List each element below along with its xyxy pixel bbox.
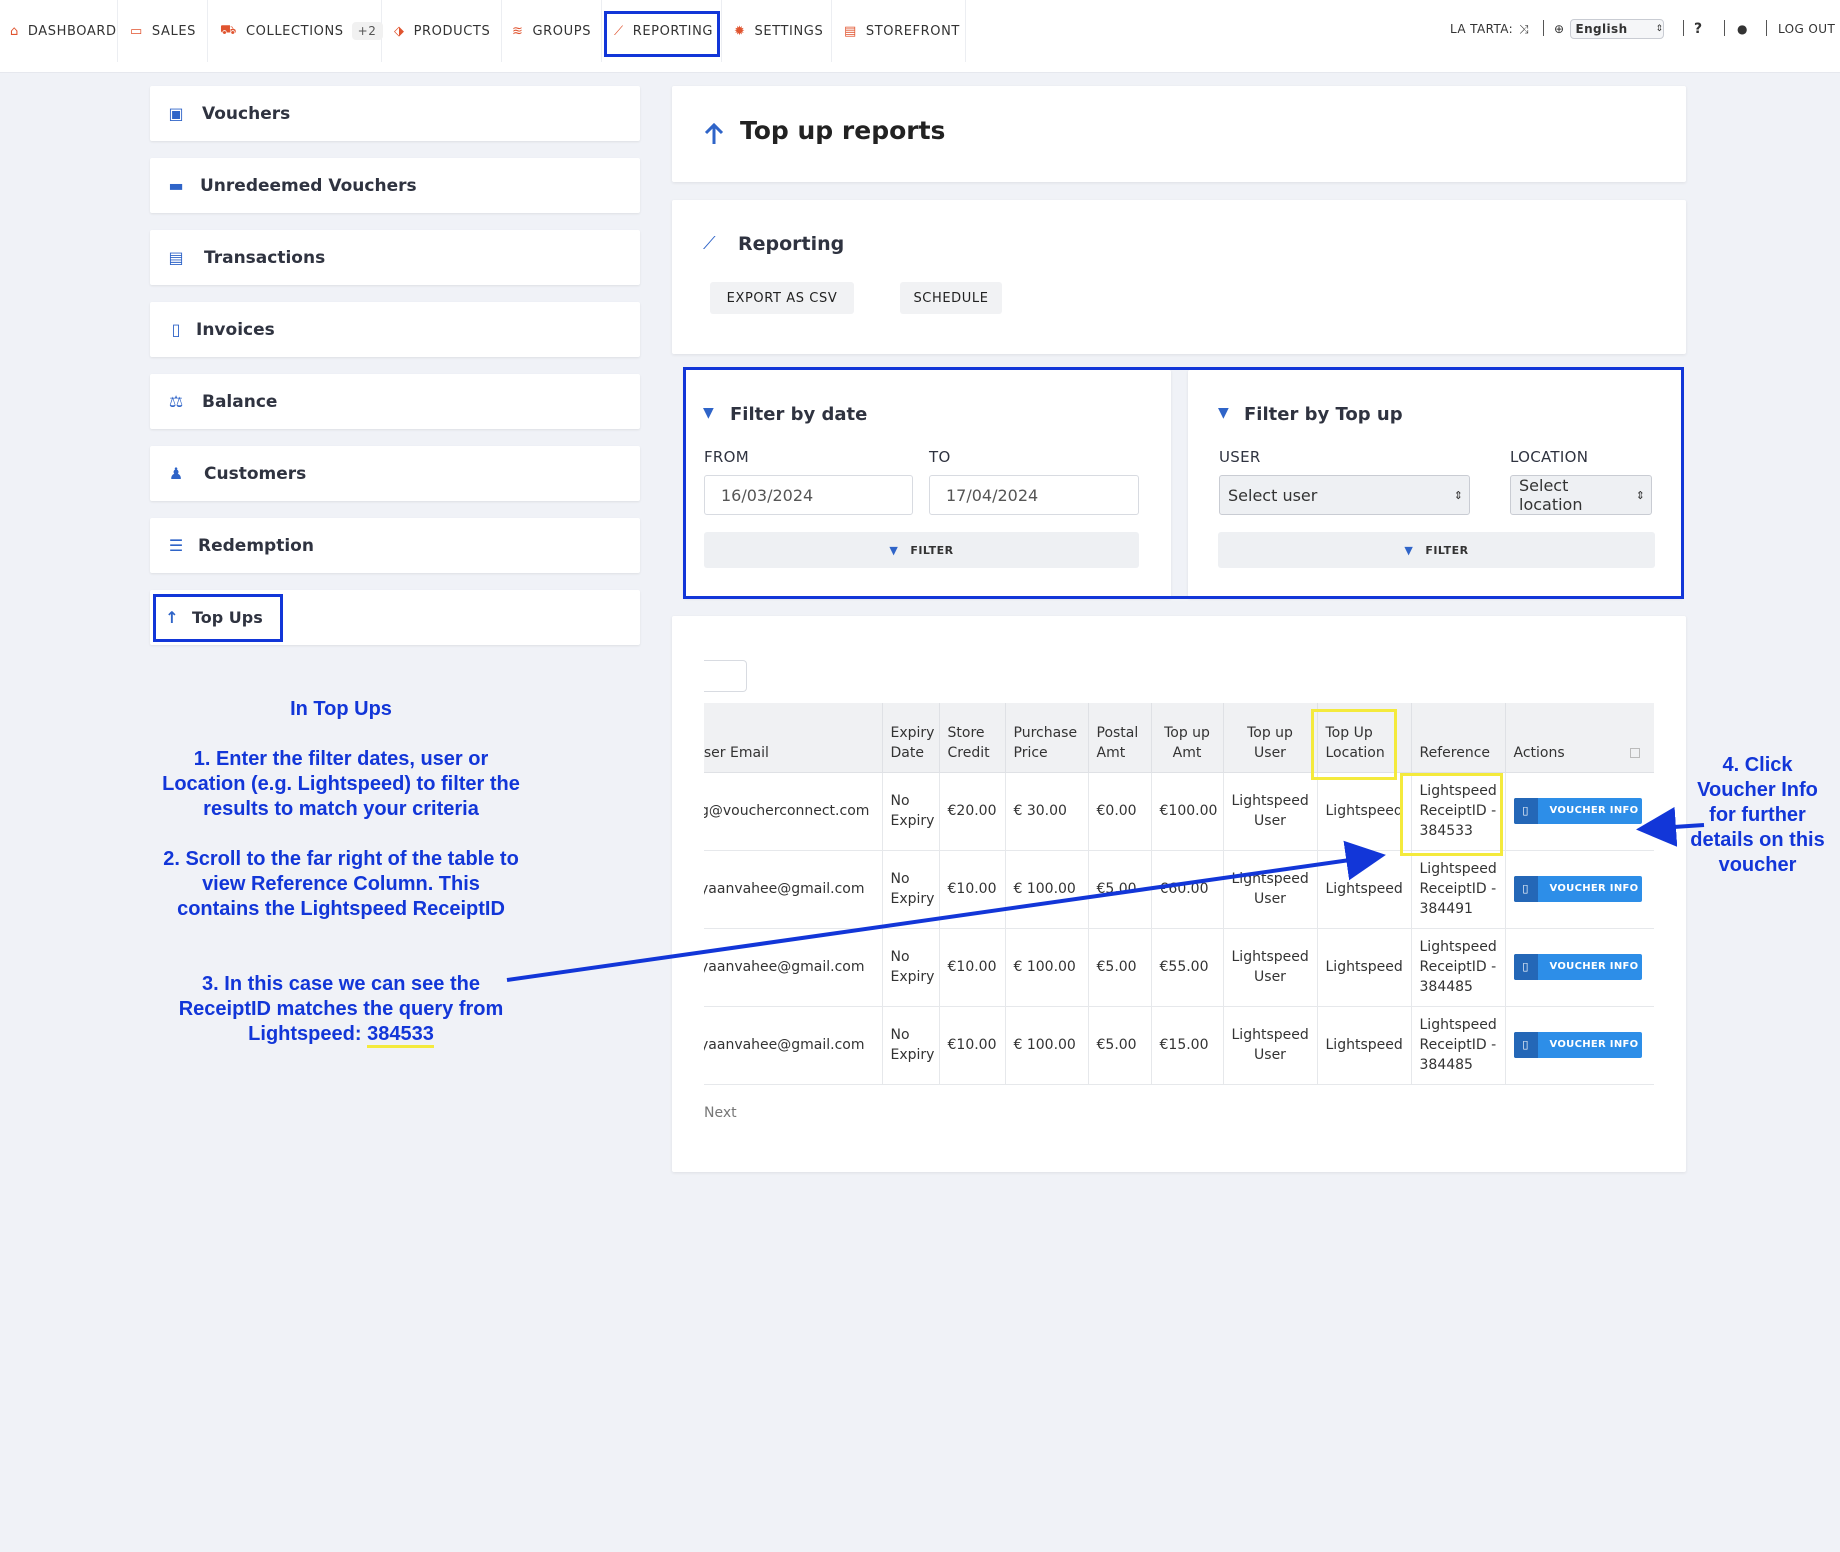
annotation-arrows <box>506 806 1705 982</box>
